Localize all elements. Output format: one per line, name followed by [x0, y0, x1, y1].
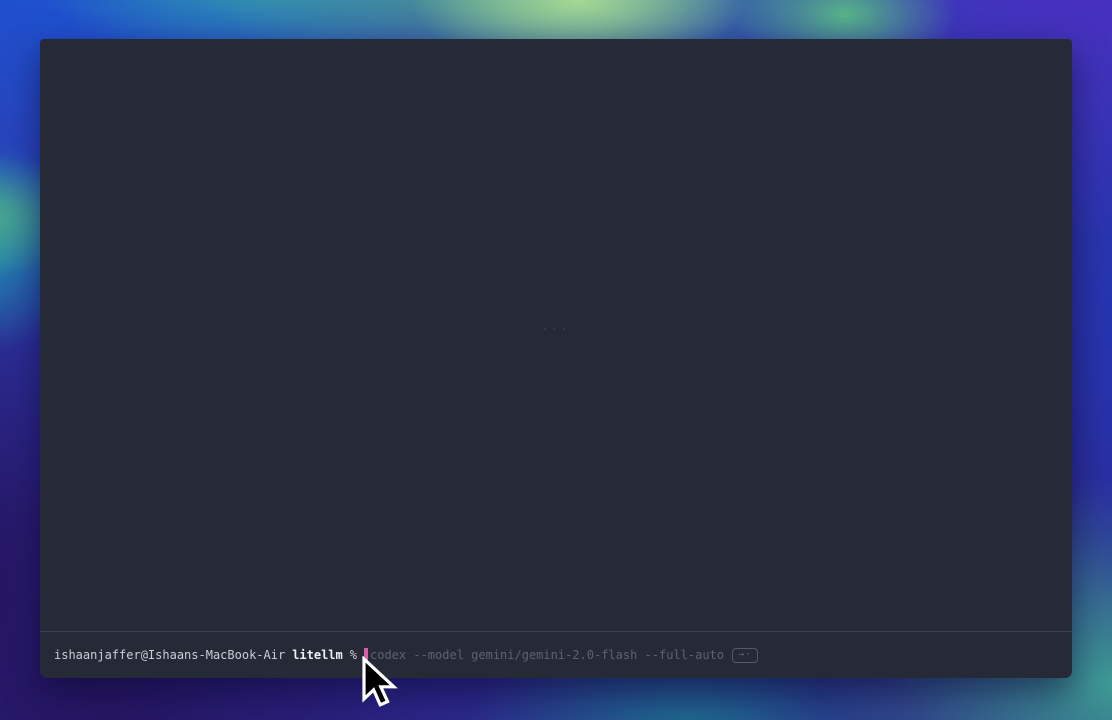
autosuggestion-text: codex --model gemini/gemini-2.0-flash --…: [370, 647, 724, 663]
terminal-output-area: ···: [40, 39, 1072, 631]
terminal-window[interactable]: ··· ishaanjaffer@Ishaans-MacBook-Air lit…: [40, 39, 1072, 678]
prompt-directory: litellm: [292, 647, 343, 663]
tab-accept-hint-badge: →·: [732, 648, 758, 663]
prompt-symbol: %: [350, 647, 357, 663]
loading-indicator: ···: [40, 323, 1072, 336]
prompt-line[interactable]: ishaanjaffer@Ishaans-MacBook-Air litellm…: [40, 632, 1072, 678]
prompt-user-host: ishaanjaffer@Ishaans-MacBook-Air: [54, 647, 285, 663]
mouse-pointer-icon: [361, 656, 399, 712]
